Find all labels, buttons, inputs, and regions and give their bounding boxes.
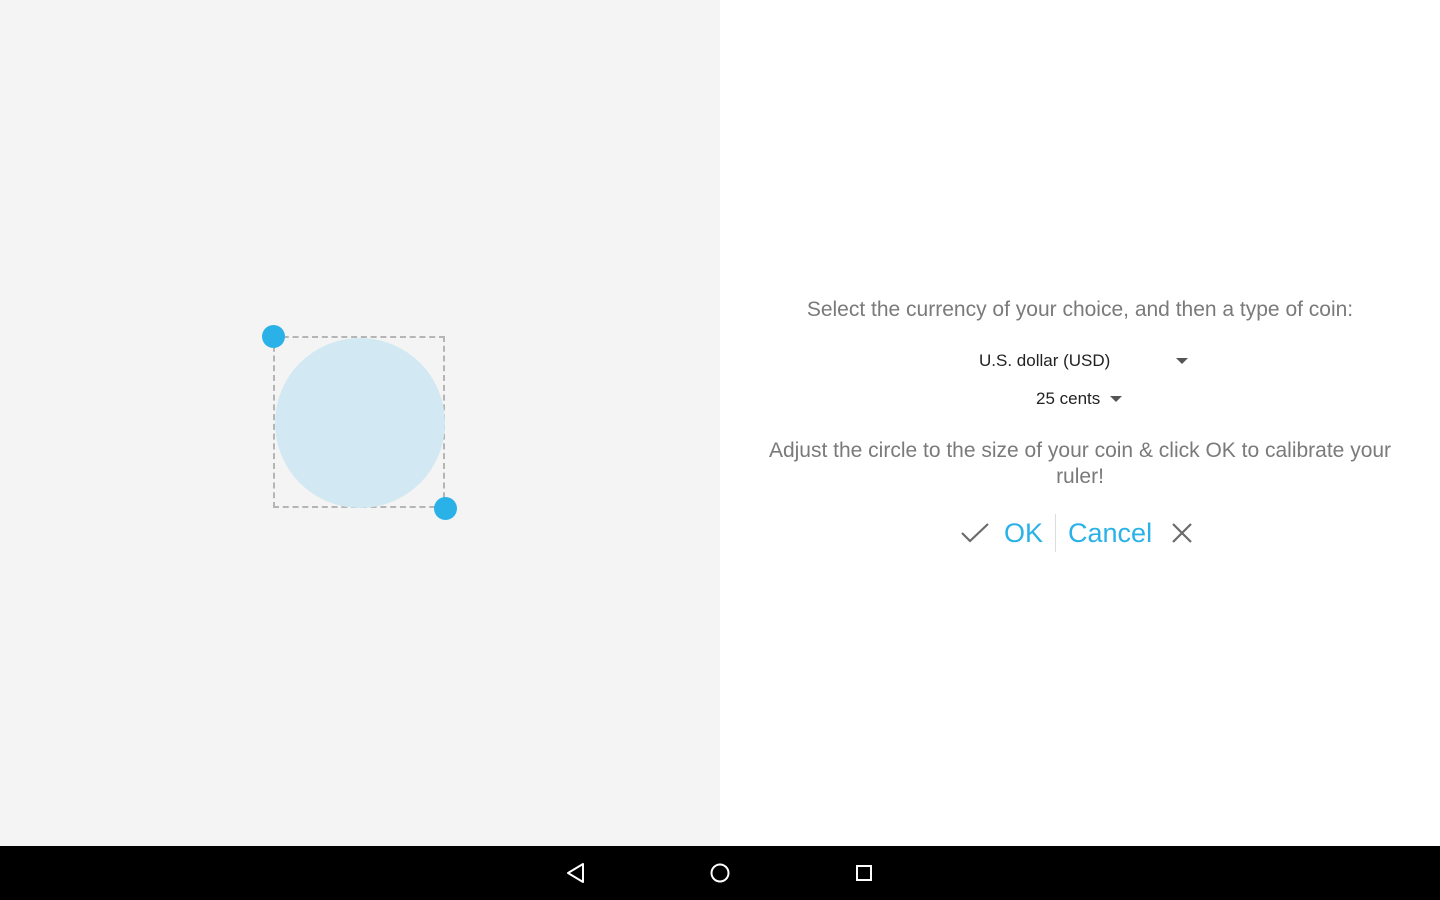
nav-home-button[interactable] (690, 846, 750, 900)
resize-handle-top-left[interactable] (262, 325, 285, 348)
currency-select-value: U.S. dollar (USD) (979, 351, 1111, 370)
coin-canvas-pane (0, 0, 720, 846)
currency-select[interactable]: U.S. dollar (USD) (979, 349, 1189, 373)
android-nav-bar (0, 846, 1440, 900)
coin-circle[interactable] (275, 338, 445, 508)
nav-recents-button[interactable] (834, 846, 894, 900)
cancel-button-label: Cancel (1068, 517, 1153, 548)
caret-down-icon (1110, 396, 1123, 402)
cancel-button[interactable]: Cancel (1056, 514, 1194, 552)
coin-select-value: 25 cents (1036, 389, 1101, 408)
home-circle-icon (710, 863, 730, 883)
app-root: Select the currency of your choice, and … (0, 0, 1440, 900)
close-icon (1170, 521, 1194, 545)
action-buttons: OK Cancel (960, 514, 1194, 552)
instruction-adjust-circle: Adjust the circle to the size of your co… (768, 439, 1392, 488)
resize-handle-bottom-right[interactable] (434, 497, 457, 520)
coin-select[interactable]: 25 cents (1036, 387, 1123, 411)
nav-back-button[interactable] (546, 846, 606, 900)
caret-down-icon (1176, 358, 1189, 364)
ok-button-label: OK (1004, 517, 1044, 548)
recents-square-icon (856, 865, 872, 881)
check-icon (960, 521, 990, 545)
instruction-select-currency: Select the currency of your choice, and … (806, 298, 1354, 321)
back-triangle-icon (567, 863, 584, 883)
ok-button[interactable]: OK (960, 514, 1055, 552)
calibration-panel: Select the currency of your choice, and … (720, 0, 1440, 846)
